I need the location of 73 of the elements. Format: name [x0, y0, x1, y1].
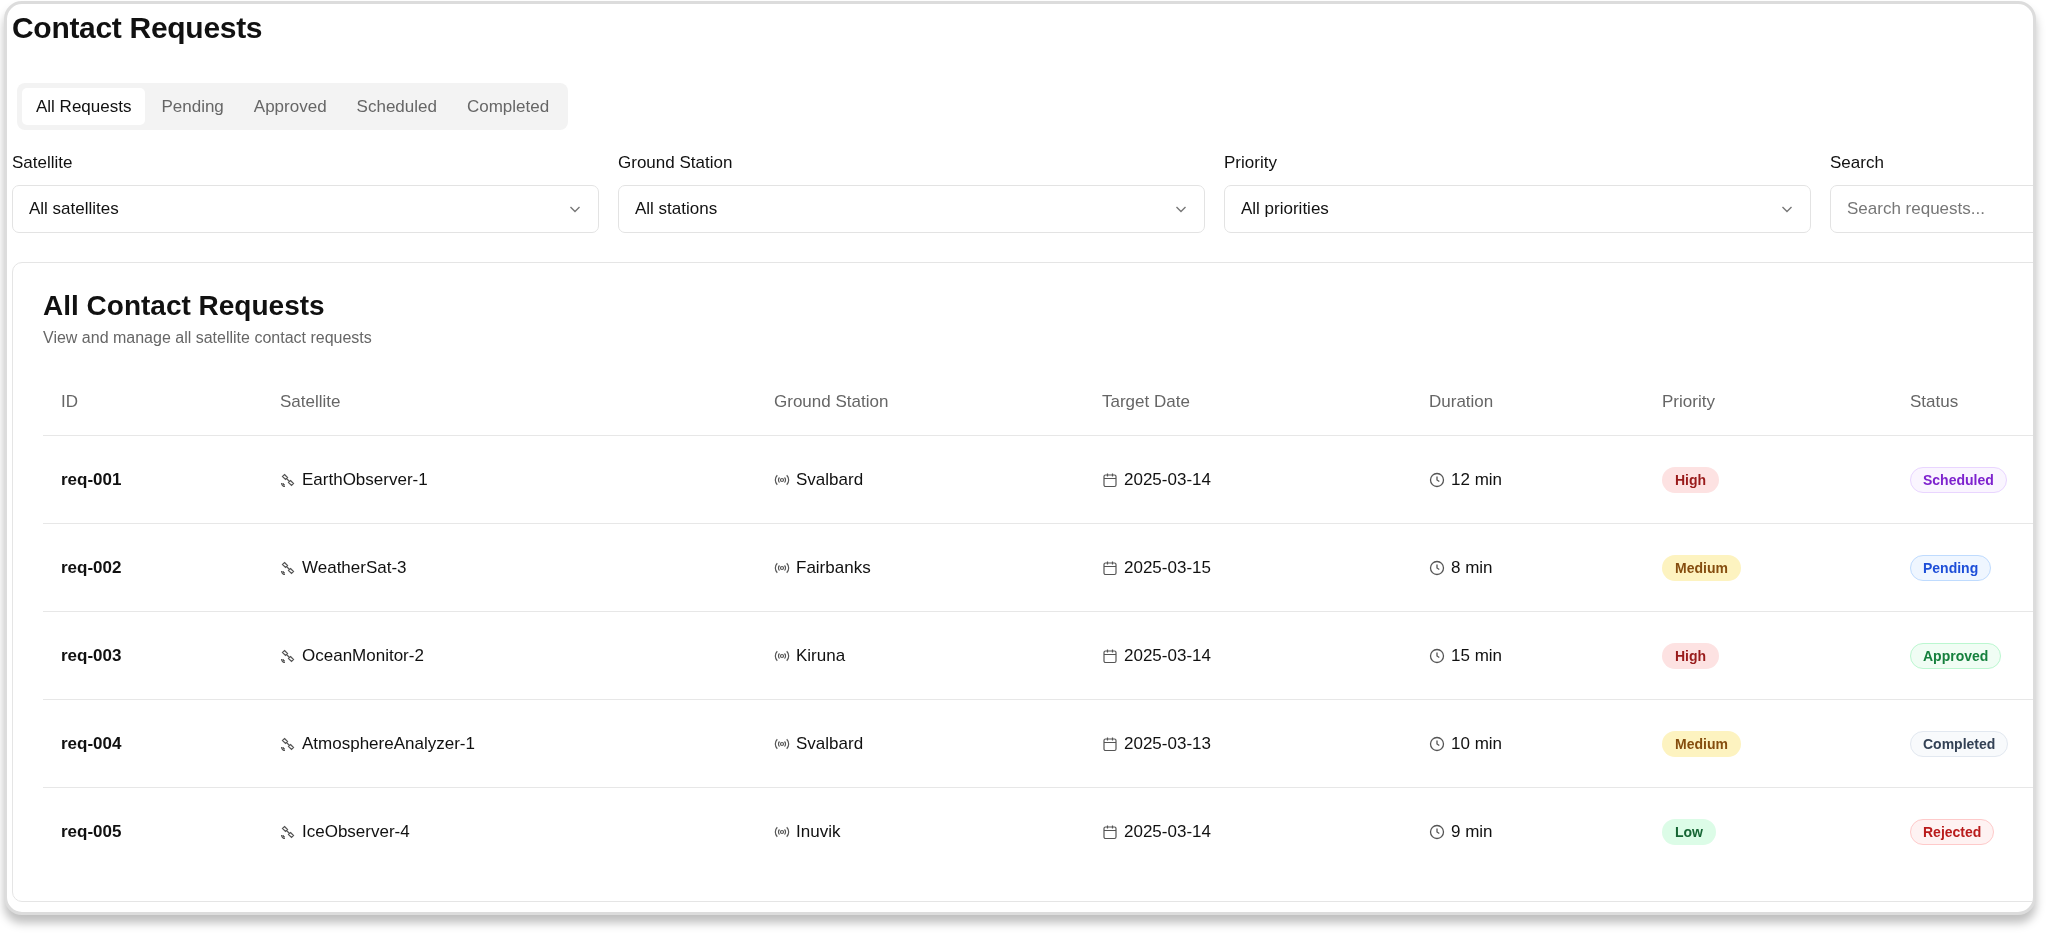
- select-field[interactable]: All priorities: [1224, 185, 1811, 233]
- table-cell: Svalbard: [796, 469, 864, 490]
- calendar-icon: [1102, 823, 1118, 840]
- filter-label: Satellite: [12, 152, 74, 174]
- clock-icon: [1429, 471, 1445, 488]
- status-badge: Scheduled: [1910, 466, 2007, 493]
- card-subtitle: View and manage all satellite contact requests: [43, 329, 373, 347]
- satellite-icon: [280, 647, 296, 664]
- priority-badge: High: [1662, 642, 1720, 669]
- column-header: Priority: [1661, 391, 1716, 412]
- filter-label: Search: [1830, 152, 1885, 174]
- table-cell-text: req-004: [60, 733, 123, 754]
- status-badge: Rejected: [1910, 818, 1995, 845]
- table-cell-text: req-003: [60, 645, 123, 666]
- column-header: Ground Station: [773, 391, 890, 412]
- card-title: All Contact Requests: [43, 289, 326, 323]
- table-cell: EarthObserver-1: [302, 469, 428, 490]
- table-cell: WeatherSat-3: [302, 557, 407, 578]
- calendar-icon: [1102, 735, 1118, 752]
- status-badge: Completed: [1910, 730, 2009, 757]
- table-cell: 2025-03-14: [1124, 469, 1211, 490]
- page-title: Contact Requests: [12, 10, 264, 46]
- satellite-icon: [280, 823, 296, 840]
- table-cell: 9 min: [1451, 821, 1493, 842]
- clock-icon: [1429, 735, 1445, 752]
- priority-badge: Low: [1662, 818, 1716, 845]
- tab[interactable]: Pending: [147, 88, 238, 125]
- status-badge: Approved: [1910, 642, 2002, 669]
- satellite-icon: [280, 559, 296, 576]
- filter-label: Ground Station: [618, 152, 734, 174]
- table-cell-text: req-001: [60, 469, 123, 490]
- search-field[interactable]: Search requests...: [1830, 185, 2033, 233]
- table-cell: Kiruna: [796, 645, 846, 666]
- tab[interactable]: Scheduled: [342, 88, 451, 125]
- calendar-icon: [1102, 559, 1118, 576]
- table-cell: Svalbard: [796, 733, 864, 754]
- table-cell-text: req-005: [60, 821, 123, 842]
- select-field[interactable]: All satellites: [12, 185, 599, 233]
- table-cell: OceanMonitor-2: [302, 645, 424, 666]
- priority-badge: Medium: [1662, 554, 1741, 581]
- column-header: Target Date: [1101, 391, 1191, 412]
- tab[interactable]: Approved: [239, 88, 341, 125]
- satellite-icon: [280, 471, 296, 488]
- filter-label: Priority: [1224, 152, 1278, 174]
- table-cell: 2025-03-14: [1124, 821, 1211, 842]
- table-cell: 10 min: [1451, 733, 1503, 754]
- table-cell: 15 min: [1451, 645, 1503, 666]
- table-cell: Inuvik: [796, 821, 841, 842]
- table-cell: 12 min: [1451, 469, 1503, 490]
- calendar-icon: [1102, 647, 1118, 664]
- table-cell: IceObserver-4: [302, 821, 410, 842]
- table-cell: AtmosphereAnalyzer-1: [302, 733, 475, 754]
- calendar-icon: [1102, 471, 1118, 488]
- clock-icon: [1429, 823, 1445, 840]
- column-header: Satellite: [279, 391, 342, 412]
- select-field[interactable]: All stations: [618, 185, 1205, 233]
- priority-badge: Medium: [1662, 730, 1741, 757]
- satellite-icon: [280, 735, 296, 752]
- tab[interactable]: All Requests: [22, 88, 146, 125]
- table-cell: 2025-03-14: [1124, 645, 1211, 666]
- table-cell: 8 min: [1451, 557, 1493, 578]
- column-header: Duration: [1428, 391, 1495, 412]
- table-cell-text: req-002: [60, 557, 123, 578]
- table-cell: 2025-03-13: [1124, 733, 1211, 754]
- column-header: ID: [60, 391, 79, 412]
- status-badge: Pending: [1910, 554, 1992, 581]
- table-cell: Fairbanks: [796, 557, 871, 578]
- clock-icon: [1429, 559, 1445, 576]
- column-header: Status: [1909, 391, 1960, 412]
- priority-badge: High: [1662, 466, 1720, 493]
- tab[interactable]: Completed: [452, 88, 564, 125]
- table-cell: 2025-03-15: [1124, 557, 1211, 578]
- clock-icon: [1429, 647, 1445, 664]
